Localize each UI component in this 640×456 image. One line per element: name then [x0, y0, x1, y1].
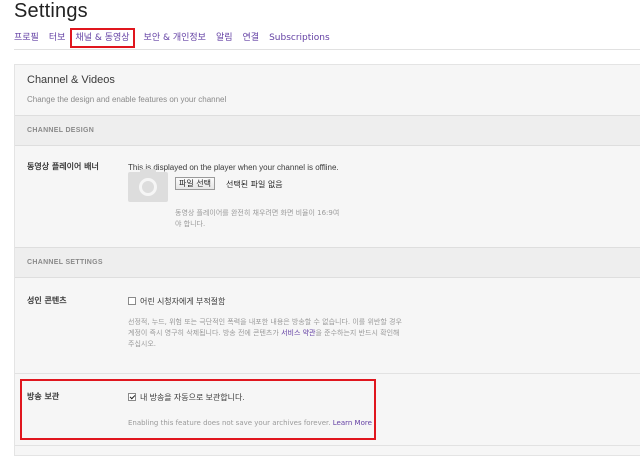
choose-file-button[interactable]: 파일 선택 [175, 177, 215, 190]
channel-settings-header: CHANNEL SETTINGS [15, 247, 640, 278]
highlight-box [20, 379, 376, 440]
tab-turbo[interactable]: 터보 [49, 31, 66, 45]
mature-hint-line: 주십시오. [128, 340, 156, 348]
banner-hint: 동영상 플레이어를 완전히 채우려면 화면 비율이 16:9여 야 합니다. [175, 208, 339, 230]
tab-profile[interactable]: 프로필 [14, 31, 39, 45]
tabs-divider [14, 49, 640, 50]
banner-hint-line: 동영상 플레이어를 완전히 채우려면 화면 비율이 16:9여 [175, 209, 340, 217]
mature-checkbox[interactable] [128, 297, 136, 305]
channel-design-header: CHANNEL DESIGN [15, 115, 640, 146]
banner-label: 동영상 플레이어 배너 [27, 162, 99, 171]
mature-hint-line: 선정적, 누드, 위험 또는 극단적인 폭력을 내포한 내용은 방송할 수 없습… [128, 318, 402, 326]
banner-row: 동영상 플레이어 배너 This is displayed on the pla… [15, 147, 640, 247]
section-subtitle: Change the design and enable features on… [27, 95, 227, 104]
settings-tabs: 프로필 터보 채널 & 동영상 보안 & 개인정보 알림 연결 Subscrip… [14, 28, 340, 48]
mature-content-row: 성인 콘텐츠 어린 시청자에게 부적절함 선정적, 누드, 위험 또는 극단적인… [15, 279, 640, 373]
channel-design-header-text: CHANNEL DESIGN [27, 127, 95, 134]
tab-channel-videos[interactable]: 채널 & 동영상 [70, 28, 135, 48]
tab-subscriptions[interactable]: Subscriptions [269, 31, 330, 45]
mature-hint: 선정적, 누드, 위험 또는 극단적인 폭력을 내포한 내용은 방송할 수 없습… [128, 317, 448, 350]
row-divider [15, 445, 640, 446]
tab-security-privacy[interactable]: 보안 & 개인정보 [144, 31, 206, 45]
section-title: Channel & Videos [27, 74, 115, 86]
mature-checkbox-label[interactable]: 어린 시청자에게 부적절함 [140, 296, 225, 307]
tab-notifications[interactable]: 알림 [216, 31, 233, 45]
tab-connections[interactable]: 연결 [243, 31, 260, 45]
file-status: 선택된 파일 없음 [226, 180, 283, 189]
section-header: Channel & Videos Change the design and e… [15, 65, 640, 113]
mature-hint-text: 계정이 즉시 영구히 삭제됩니다. 방송 전에 콘텐츠가 [128, 329, 279, 337]
channel-settings-header-text: CHANNEL SETTINGS [27, 259, 103, 266]
image-placeholder-icon [128, 169, 168, 202]
page-title: Settings [14, 0, 88, 22]
banner-description: This is displayed on the player when you… [128, 163, 339, 172]
mature-hint-text: 을 준수하는지 반드시 확인해 [315, 329, 400, 337]
terms-of-service-link[interactable]: 서비스 약관 [281, 329, 315, 337]
banner-hint-line: 야 합니다. [175, 220, 206, 228]
mature-label: 성인 콘텐츠 [27, 296, 67, 305]
mature-hint-line: 계정이 즉시 영구히 삭제됩니다. 방송 전에 콘텐츠가 서비스 약관을 준수하… [128, 328, 448, 339]
